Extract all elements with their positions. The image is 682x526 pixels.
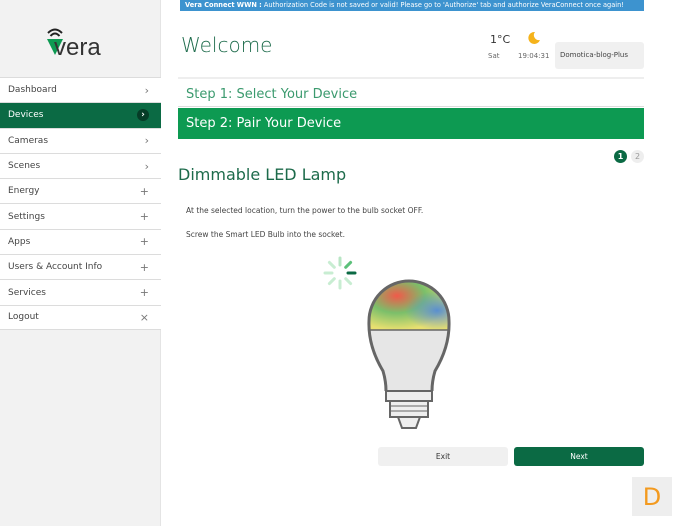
close-icon: × bbox=[139, 310, 149, 324]
sidebar-item-services[interactable]: Services + bbox=[0, 279, 161, 305]
controller-name[interactable]: Domotica-blog-Plus bbox=[555, 42, 644, 69]
step-2-header: Step 2: Pair Your Device bbox=[178, 108, 644, 139]
chevron-right-icon: › bbox=[144, 159, 149, 173]
plus-icon: + bbox=[139, 286, 149, 300]
svg-text:vera: vera bbox=[54, 34, 101, 58]
day: Sat bbox=[488, 52, 500, 60]
label: Cameras bbox=[8, 135, 49, 146]
step-1-header[interactable]: Step 1: Select Your Device bbox=[178, 82, 644, 107]
page-2: 2 bbox=[631, 150, 644, 163]
moon-weather-icon bbox=[528, 31, 540, 44]
sidebar-item-logout[interactable]: Logout × bbox=[0, 304, 161, 330]
sidebar-item-users[interactable]: Users & Account Info + bbox=[0, 254, 161, 280]
plus-icon: + bbox=[139, 184, 149, 198]
next-button[interactable]: Next bbox=[514, 447, 644, 466]
clock: 19:04:31 bbox=[518, 52, 550, 60]
label: Users & Account Info bbox=[8, 262, 103, 273]
label: Logout bbox=[8, 312, 39, 323]
sidebar-item-settings[interactable]: Settings + bbox=[0, 203, 161, 229]
sidebar-item-dashboard[interactable]: Dashboard › bbox=[0, 77, 161, 103]
label: Dashboard bbox=[8, 85, 57, 96]
chevron-right-icon: › bbox=[137, 109, 149, 122]
instruction-2: Screw the Smart LED Bulb into the socket… bbox=[186, 230, 345, 239]
sidebar-item-scenes[interactable]: Scenes › bbox=[0, 152, 161, 179]
device-title: Dimmable LED Lamp bbox=[178, 165, 347, 184]
temperature: 1°C bbox=[490, 33, 511, 46]
label: Devices bbox=[8, 110, 44, 121]
page-1: 1 bbox=[614, 150, 627, 163]
label: Scenes bbox=[8, 161, 41, 172]
sidebar-nav: Dashboard › Devices › Cameras › Scenes › Ene… bbox=[0, 77, 161, 330]
sidebar-item-cameras[interactable]: Cameras › bbox=[0, 127, 161, 153]
plus-icon: + bbox=[139, 235, 149, 249]
banner-text: Authorization Code is not saved or valid… bbox=[261, 1, 624, 9]
label: Energy bbox=[8, 186, 40, 197]
sidebar: vera Dashboard › Devices › Cameras › Scenes… bbox=[0, 0, 161, 526]
chevron-right-icon: › bbox=[144, 134, 149, 148]
floating-badge[interactable]: D bbox=[632, 477, 672, 516]
plus-icon: + bbox=[139, 210, 149, 224]
sidebar-item-apps[interactable]: Apps + bbox=[0, 228, 161, 255]
sidebar-item-energy[interactable]: Energy + bbox=[0, 178, 161, 204]
label: Apps bbox=[8, 236, 31, 247]
led-bulb-illustration bbox=[367, 279, 451, 429]
label: Services bbox=[8, 287, 46, 298]
page-indicator: 1 2 bbox=[614, 150, 644, 163]
chevron-right-icon: › bbox=[144, 83, 149, 97]
plus-icon: + bbox=[139, 260, 149, 274]
exit-button[interactable]: Exit bbox=[378, 447, 508, 466]
page-title: Welcome bbox=[181, 33, 273, 57]
auth-warning-banner: Vera Connect WWN : Authorization Code is… bbox=[180, 0, 644, 11]
sidebar-item-devices[interactable]: Devices › bbox=[0, 102, 161, 128]
divider bbox=[178, 77, 644, 79]
banner-title: Vera Connect WWN : bbox=[185, 1, 262, 9]
label: Settings bbox=[8, 211, 45, 222]
loading-spinner-icon bbox=[323, 256, 357, 290]
vera-logo: vera bbox=[47, 28, 101, 58]
instruction-1: At the selected location, turn the power… bbox=[186, 206, 424, 215]
